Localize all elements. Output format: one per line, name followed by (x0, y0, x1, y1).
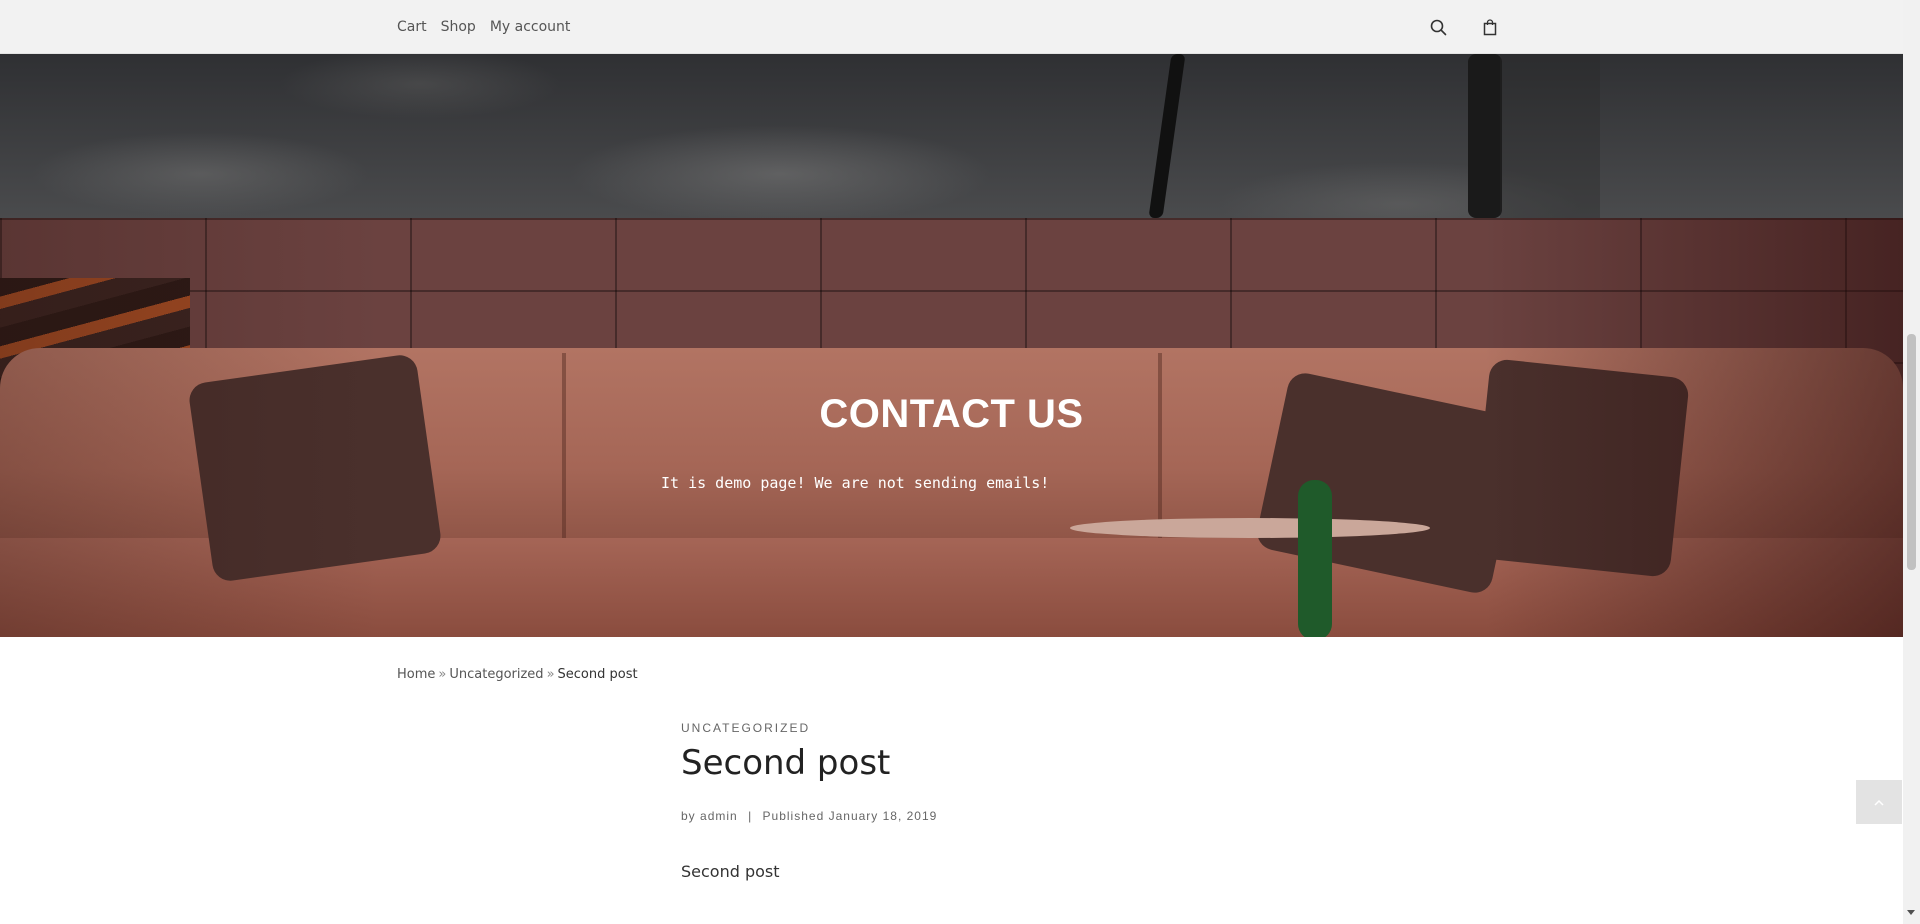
post-title: Second post (681, 743, 891, 783)
meta-separator: | (748, 809, 753, 823)
meta-by-label: by (681, 809, 696, 823)
scrollbar-thumb[interactable] (1907, 334, 1916, 570)
page-subtitle: It is demo page! We are not sending emai… (661, 474, 1050, 492)
post-date: January 18, 2019 (828, 809, 938, 823)
chevron-up-icon (1874, 793, 1884, 811)
page-scrollbar[interactable] (1903, 0, 1920, 924)
nav-item-my-account[interactable]: My account (490, 19, 571, 35)
nav-item-shop[interactable]: Shop (441, 19, 476, 35)
breadcrumb-separator: » (546, 667, 555, 682)
scroll-down-arrow-icon[interactable] (1907, 910, 1915, 915)
page-title: CONTACT US (819, 392, 1084, 436)
breadcrumb-category-link[interactable]: Uncategorized (449, 667, 543, 682)
post-body: Second post (681, 862, 780, 881)
meta-published-label: Published (762, 809, 825, 823)
breadcrumb-current: Second post (557, 667, 638, 682)
breadcrumb-separator: » (438, 667, 447, 682)
top-navigation-bar: Cart Shop My account (0, 0, 1903, 54)
post-category-link[interactable]: UNCATEGORIZED (681, 721, 810, 735)
nav-item-cart[interactable]: Cart (397, 19, 427, 35)
header-icons (1428, 0, 1500, 54)
post-author-link[interactable]: admin (700, 809, 738, 823)
search-icon[interactable] (1428, 17, 1448, 37)
main-menu: Cart Shop My account (397, 0, 570, 54)
post-meta: by admin | Published January 18, 2019 (681, 809, 937, 823)
breadcrumb-home-link[interactable]: Home (397, 667, 435, 682)
header-background-image (0, 54, 1903, 218)
breadcrumb: Home» Uncategorized» Second post (397, 667, 638, 682)
scroll-to-top-button[interactable] (1856, 780, 1902, 824)
shopping-bag-icon[interactable] (1480, 17, 1500, 37)
